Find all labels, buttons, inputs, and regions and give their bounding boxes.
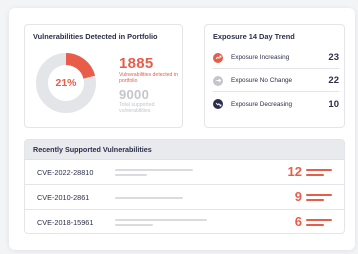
severity-lines-icon [306, 219, 332, 229]
exposure-value: 10 [328, 98, 339, 110]
exposure-label: Exposure Increasing [231, 54, 290, 61]
cve-id[interactable]: CVE-2010-2861 [37, 193, 89, 202]
severity-lines-icon [306, 169, 332, 179]
vulnerabilities-title: Vulnerabilities Detected in Portfolio [33, 32, 158, 41]
cve-id[interactable]: CVE-2022-28810 [37, 168, 93, 177]
total-label: Total supported vulnerabilities [119, 102, 155, 114]
vulnerability-row[interactable]: CVE-2022-28810 12 [25, 160, 344, 185]
donut-percent: 21% [55, 77, 77, 89]
vulnerabilities-card: Vulnerabilities Detected in Portfolio 21… [24, 24, 183, 128]
recent-vulnerabilities-card: Recently Supported Vulnerabilities CVE-2… [24, 139, 345, 234]
exposure-title: Exposure 14 Day Trend [213, 32, 295, 41]
recent-title: Recently Supported Vulnerabilities [25, 140, 344, 160]
placeholder-line [115, 169, 193, 171]
exposure-label: Exposure Decreasing [231, 100, 293, 108]
arrow-right-icon [213, 75, 223, 86]
vulnerability-row[interactable]: CVE-2010-2861 9 [25, 185, 344, 210]
placeholder-line [115, 174, 147, 176]
vulnerability-row[interactable]: CVE-2018-15961 6 [25, 210, 344, 233]
severity-lines-icon [306, 194, 332, 204]
cve-count: 12 [287, 164, 302, 179]
exposure-value: 22 [328, 75, 339, 86]
detected-label: Vulnerabilities detected in portfolio [119, 72, 178, 84]
exposure-row-no-change[interactable]: Exposure No Change 22 [213, 70, 339, 92]
placeholder-line [115, 224, 153, 226]
cve-count: 9 [294, 189, 302, 204]
placeholder-line [115, 219, 207, 221]
total-count: 9000 [119, 87, 150, 102]
detected-count: 1885 [119, 55, 154, 72]
trend-down-icon [213, 99, 223, 109]
cve-id[interactable]: CVE-2018-15961 [37, 218, 93, 227]
cve-count: 6 [294, 214, 302, 229]
exposure-trend-card: Exposure 14 Day Trend Exposure Increasin… [204, 24, 345, 128]
trend-up-icon [213, 52, 223, 63]
exposure-row-decreasing[interactable]: Exposure Decreasing 10 [213, 93, 339, 115]
exposure-label: Exposure No Change [231, 77, 293, 84]
exposure-value: 23 [328, 52, 339, 63]
placeholder-line [115, 197, 183, 199]
exposure-row-increasing[interactable]: Exposure Increasing 23 [213, 47, 339, 69]
